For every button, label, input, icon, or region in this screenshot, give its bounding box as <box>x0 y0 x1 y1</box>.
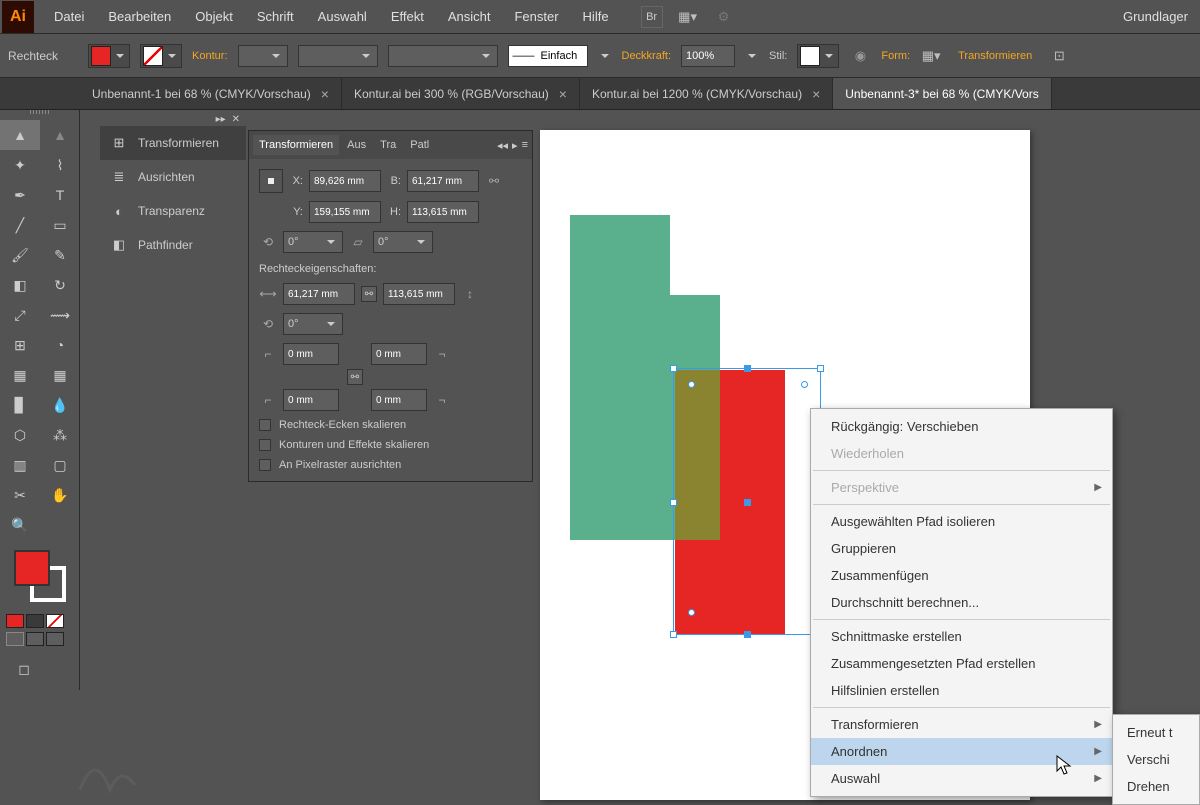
scale-tool[interactable]: ⤢ <box>0 300 40 330</box>
close-icon[interactable]: × <box>559 86 567 102</box>
opacity-label: Deckkraft: <box>622 50 672 62</box>
context-submenu: Erneut t Verschi Drehen <box>1112 714 1200 805</box>
rectangle-tool[interactable]: ▭ <box>40 210 80 240</box>
graph-tool[interactable]: ▥ <box>0 450 40 480</box>
cm-auswahl[interactable]: Auswahl▶ <box>811 765 1112 792</box>
type-tool[interactable]: T <box>40 180 80 210</box>
cm-join[interactable]: Zusammenfügen <box>811 562 1112 589</box>
sm-drehen[interactable]: Drehen <box>1113 773 1199 800</box>
eraser-tool[interactable]: ◧ <box>0 270 40 300</box>
cm-perspektive: Perspektive▶ <box>811 474 1112 501</box>
free-transform-tool[interactable]: ⊞ <box>0 330 40 360</box>
context-menu: Rückgängig: Verschieben Wiederholen Pers… <box>810 408 1113 797</box>
document-tabs: Unbenannt-1 bei 68 % (CMYK/Vorschau)× Ko… <box>0 78 1200 110</box>
selection-tool[interactable]: ▲ <box>0 120 40 150</box>
menu-datei[interactable]: Datei <box>42 0 96 34</box>
fill-stroke-indicator[interactable] <box>10 546 70 606</box>
watermark-icon <box>60 740 150 800</box>
menu-fenster[interactable]: Fenster <box>502 0 570 34</box>
gpu-icon[interactable]: ⚙ <box>713 6 735 28</box>
tab-0[interactable]: Unbenannt-1 bei 68 % (CMYK/Vorschau)× <box>80 78 342 109</box>
menu-schrift[interactable]: Schrift <box>245 0 306 34</box>
form-label: Form: <box>881 50 910 62</box>
pencil-tool[interactable]: ✎ <box>40 240 80 270</box>
workspace-switcher[interactable]: Grundlager <box>1111 0 1200 34</box>
cm-anordnen[interactable]: Anordnen▶ <box>811 738 1112 765</box>
cm-undo[interactable]: Rückgängig: Verschieben <box>811 413 1112 440</box>
menubar: Ai Datei Bearbeiten Objekt Schrift Auswa… <box>0 0 1200 34</box>
isolate-icon[interactable]: ⊡ <box>1048 45 1070 67</box>
fill-swatch[interactable] <box>88 44 130 68</box>
cm-compound[interactable]: Zusammengesetzten Pfad erstellen <box>811 650 1112 677</box>
line-tool[interactable]: ╱ <box>0 210 40 240</box>
rotate-tool[interactable]: ↻ <box>40 270 80 300</box>
opacity-field[interactable]: 100% <box>681 45 735 67</box>
brush-field[interactable] <box>388 45 498 67</box>
stroke-swatch[interactable] <box>140 44 182 68</box>
var-width-field[interactable] <box>298 45 378 67</box>
recolor-icon[interactable]: ◉ <box>849 45 871 67</box>
pen-tool[interactable]: ✒ <box>0 180 40 210</box>
cm-transformieren[interactable]: Transformieren▶ <box>811 711 1112 738</box>
menu-objekt[interactable]: Objekt <box>183 0 245 34</box>
width-tool[interactable]: ⟿ <box>40 300 80 330</box>
symbol-spray-tool[interactable]: ⁂ <box>40 420 80 450</box>
blend-tool[interactable]: ⬡ <box>0 420 40 450</box>
perspective-tool[interactable]: ▦ <box>0 360 40 390</box>
close-icon[interactable]: × <box>321 86 329 102</box>
slice-tool[interactable]: ✂ <box>0 480 40 510</box>
cm-average[interactable]: Durchschnitt berechnen... <box>811 589 1112 616</box>
cm-group[interactable]: Gruppieren <box>811 535 1112 562</box>
cm-isolate[interactable]: Ausgewählten Pfad isolieren <box>811 508 1112 535</box>
artboard-tool[interactable]: ▢ <box>40 450 80 480</box>
tab-2[interactable]: Kontur.ai bei 1200 % (CMYK/Vorschau)× <box>580 78 833 109</box>
style-swatch[interactable] <box>797 44 839 68</box>
stroke-label: Kontur: <box>192 50 227 62</box>
measure-tool[interactable] <box>40 510 80 540</box>
menu-auswahl[interactable]: Auswahl <box>306 0 379 34</box>
cm-guides[interactable]: Hilfslinien erstellen <box>811 677 1112 704</box>
lasso-tool[interactable]: ⌇ <box>40 150 80 180</box>
menu-ansicht[interactable]: Ansicht <box>436 0 503 34</box>
hand-tool[interactable]: ✋ <box>40 480 80 510</box>
paintbrush-tool[interactable]: 🖌 <box>0 240 40 270</box>
gradient-tool[interactable]: ▊ <box>0 390 40 420</box>
screen-mode-swatches[interactable] <box>0 630 79 648</box>
close-icon[interactable]: × <box>812 86 820 102</box>
stil-label: Stil: <box>769 50 787 62</box>
cm-redo: Wiederholen <box>811 440 1112 467</box>
magic-wand-tool[interactable]: ✦ <box>0 150 40 180</box>
color-mode-swatches[interactable] <box>0 612 79 630</box>
sm-erneut[interactable]: Erneut t <box>1113 719 1199 746</box>
app-logo: Ai <box>2 1 34 33</box>
cm-clipmask[interactable]: Schnittmaske erstellen <box>811 623 1112 650</box>
control-bar: Rechteck Kontur: —— Einfach Deckkraft: 1… <box>0 34 1200 78</box>
arrange-docs-icon[interactable]: ▦▾ <box>677 6 699 28</box>
tab-3[interactable]: Unbenannt-3* bei 68 % (CMYK/Vors <box>833 78 1051 109</box>
menu-bearbeiten[interactable]: Bearbeiten <box>96 0 183 34</box>
tab-1[interactable]: Kontur.ai bei 300 % (RGB/Vorschau)× <box>342 78 580 109</box>
eyedropper-tool[interactable]: 💧 <box>40 390 80 420</box>
selection-bounds <box>673 368 821 635</box>
toolbox: ▲ ▲ ✦ ⌇ ✒ T ╱ ▭ 🖌 ✎ ◧ ↻ ⤢ ⟿ ⊞ ◔ ▦ ▦ ▊ 💧 … <box>0 110 80 690</box>
line-style-field[interactable]: —— Einfach <box>508 45 588 67</box>
shape-options-icon[interactable]: ▦▾ <box>920 45 942 67</box>
sm-verschieben[interactable]: Verschi <box>1113 746 1199 773</box>
screen-mode-tool[interactable]: ◻ <box>4 654 44 684</box>
shape-builder-tool[interactable]: ◔ <box>40 330 80 360</box>
transform-link[interactable]: Transformieren <box>952 46 1038 66</box>
bridge-icon[interactable]: Br <box>641 6 663 28</box>
stroke-weight-field[interactable] <box>238 45 288 67</box>
zoom-tool[interactable]: 🔍 <box>0 510 40 540</box>
menu-effekt[interactable]: Effekt <box>379 0 436 34</box>
direct-selection-tool[interactable]: ▲ <box>40 120 80 150</box>
mesh-tool[interactable]: ▦ <box>40 360 80 390</box>
selection-context-label: Rechteck <box>8 49 58 63</box>
menu-hilfe[interactable]: Hilfe <box>571 0 621 34</box>
